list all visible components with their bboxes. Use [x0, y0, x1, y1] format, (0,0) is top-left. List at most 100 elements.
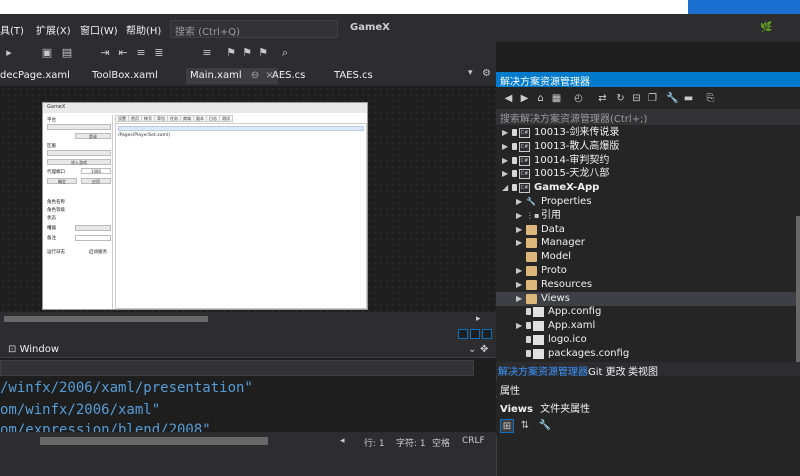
bookmark-prev-icon[interactable]: ⚑ — [240, 46, 254, 60]
menu-extensions[interactable]: 扩展(X) — [36, 22, 71, 37]
xaml-navigation-field[interactable] — [0, 360, 474, 376]
open-folder-icon[interactable]: ▣ — [40, 46, 54, 60]
tree-item[interactable]: ▶ Views — [496, 291, 800, 306]
comment-icon[interactable]: ≡ — [134, 46, 148, 60]
tree-item[interactable]: logo.ico — [496, 333, 800, 347]
lock-icon — [512, 129, 517, 136]
tab-git-changes[interactable]: Git 更改 — [588, 363, 626, 378]
window-preview[interactable]: GameX 平台 登录 区服 进入游戏 代理端口 1080 确定 应用 角色名称… — [42, 102, 368, 310]
expand-icon[interactable]: ✥ — [480, 344, 488, 355]
tree-item[interactable]: packages.config — [496, 347, 800, 361]
horizontal-split-icon[interactable] — [470, 329, 480, 339]
file-icon — [533, 307, 544, 318]
tree-item[interactable]: ▶ ⋮▪ 引用 — [496, 209, 800, 223]
bookmark-icon[interactable]: ⚑ — [224, 46, 238, 60]
preview-tab: 背包 — [154, 115, 168, 122]
pin-icon[interactable]: ⊖ — [251, 70, 259, 81]
expand-arrow-icon[interactable]: ▶ — [502, 167, 512, 181]
search-input[interactable]: 搜索 (Ctrl+Q) — [170, 20, 338, 38]
scroll-left-icon[interactable]: ◂ — [340, 436, 345, 446]
menu-window[interactable]: 窗口(W) — [80, 22, 118, 37]
step-icon[interactable]: ⇥ — [98, 46, 112, 60]
tree-item[interactable]: ▶ C# 10015-天龙八部 — [496, 167, 800, 181]
expand-arrow-icon[interactable]: ◢ — [502, 181, 512, 195]
status-spaces[interactable]: 空格 — [432, 436, 450, 449]
gear-icon[interactable]: ⚙ — [482, 68, 491, 79]
tree-item[interactable]: ▶ Data — [496, 223, 800, 237]
live-share-icon[interactable]: 🌿 — [760, 22, 772, 33]
tree-item[interactable]: ▶ C# 10013-散人高爆版 — [496, 140, 800, 154]
vertical-split-icon[interactable] — [458, 329, 468, 339]
tab-list-dropdown-icon[interactable]: ▾ — [468, 68, 473, 78]
expand-arrow-icon[interactable]: ▶ — [516, 195, 526, 209]
expand-arrow-icon[interactable]: ▶ — [516, 264, 526, 278]
tree-item[interactable]: ▶ Proto — [496, 264, 800, 278]
tree-item[interactable]: App.config — [496, 305, 800, 319]
tab-decpage[interactable]: decPage.xaml — [0, 68, 70, 84]
forward-icon[interactable]: ▶ — [518, 92, 531, 105]
back-icon[interactable]: ◀ — [502, 92, 515, 105]
collapse-all-icon[interactable]: ⊟ — [630, 92, 643, 105]
bookmark-next-icon[interactable]: ⚑ — [256, 46, 270, 60]
preview-progress-bar — [118, 126, 364, 131]
solution-search-input[interactable]: 搜索解决方案资源管理器(Ctrl+;) — [496, 109, 800, 125]
scroll-right-icon[interactable]: ▸ — [476, 314, 481, 324]
menu-tools[interactable]: 具(T) — [0, 22, 24, 37]
expand-arrow-icon[interactable]: ▶ — [502, 154, 512, 168]
history-icon[interactable]: ◴ — [572, 92, 585, 105]
code-scroll-thumb[interactable] — [40, 437, 268, 445]
expand-arrow-icon[interactable]: ▶ — [502, 126, 512, 140]
tab-solution-explorer[interactable]: 解决方案资源管理器 — [498, 363, 588, 378]
tab-toolbox[interactable]: ToolBox.xaml — [92, 68, 158, 84]
format-icon[interactable]: ≡ — [200, 46, 214, 60]
refresh-icon[interactable]: ↻ — [614, 92, 627, 105]
tree-item[interactable]: Model — [496, 250, 800, 264]
tree-item-label: Data — [541, 223, 565, 235]
view-code-icon[interactable]: ⎘ — [704, 92, 717, 105]
show-all-files-icon[interactable]: ❐ — [646, 92, 659, 105]
tree-item[interactable]: ▶ Resources — [496, 278, 800, 292]
properties-wrench-icon[interactable]: 🔧 — [666, 92, 679, 105]
properties-object-selector[interactable]: Views 文件夹属性 — [496, 398, 800, 416]
tree-item[interactable]: ▶ App.xaml — [496, 319, 800, 333]
solution-tree-scrollbar[interactable] — [796, 216, 800, 362]
find-icon[interactable]: ⌕ — [278, 46, 292, 60]
tab-aes[interactable]: AES.cs — [272, 68, 305, 84]
expand-arrow-icon[interactable]: ▶ — [516, 223, 526, 237]
expand-arrow-icon[interactable]: ▶ — [516, 236, 526, 250]
chevron-down-icon[interactable]: ⌄ — [468, 344, 476, 355]
switch-views-icon[interactable]: ▦ — [550, 92, 563, 105]
tree-item[interactable]: ▶ Manager — [496, 236, 800, 250]
tree-item-label: Model — [541, 251, 572, 263]
expand-arrow-icon[interactable]: ▶ — [516, 292, 526, 306]
breadcrumb-window[interactable]: ⊡ Window — [8, 344, 59, 355]
tree-item[interactable]: ▶ C# 10014-审判契约 — [496, 154, 800, 168]
new-project-icon[interactable]: ▸ — [2, 46, 16, 60]
tab-class-view[interactable]: 类视图 — [628, 363, 658, 378]
tab-main-xaml[interactable]: Main.xaml ⊖ × — [186, 68, 278, 84]
status-eol[interactable]: CRLF — [462, 436, 485, 446]
designer-scroll-thumb[interactable] — [4, 316, 208, 322]
sync-icon[interactable]: ⇄ — [596, 92, 609, 105]
expand-arrow-icon[interactable]: ▶ — [516, 209, 526, 223]
alphabetical-icon[interactable]: ⇅ — [518, 419, 532, 433]
expand-arrow-icon[interactable]: ▶ — [516, 319, 526, 333]
file-icon — [533, 321, 544, 332]
tab-taes[interactable]: TAES.cs — [334, 68, 373, 84]
tree-item[interactable]: ▶ 🔧 Properties — [496, 195, 800, 209]
preview-selected-icon[interactable]: ▬ — [682, 92, 695, 105]
save-icon[interactable]: ▤ — [60, 46, 74, 60]
step-over-icon[interactable]: ⇤ — [116, 46, 130, 60]
categorized-icon[interactable]: ⊞ — [500, 419, 514, 433]
csharp-project-icon: C# — [519, 169, 530, 180]
tree-item[interactable]: ◢ C# GameX-App — [496, 181, 800, 195]
expand-arrow-icon[interactable]: ▶ — [502, 140, 512, 154]
home-icon[interactable]: ⌂ — [534, 92, 547, 105]
swap-panes-icon[interactable] — [482, 329, 492, 339]
tree-item[interactable]: ▶ C# 10013-剑来传说录 — [496, 126, 800, 140]
preview-service-checkbox: 启动服务 — [89, 250, 107, 255]
uncomment-icon[interactable]: ≣ — [152, 46, 166, 60]
menu-help[interactable]: 帮助(H) — [126, 22, 161, 37]
property-pages-icon[interactable]: 🔧 — [538, 419, 552, 433]
expand-arrow-icon[interactable]: ▶ — [516, 278, 526, 292]
